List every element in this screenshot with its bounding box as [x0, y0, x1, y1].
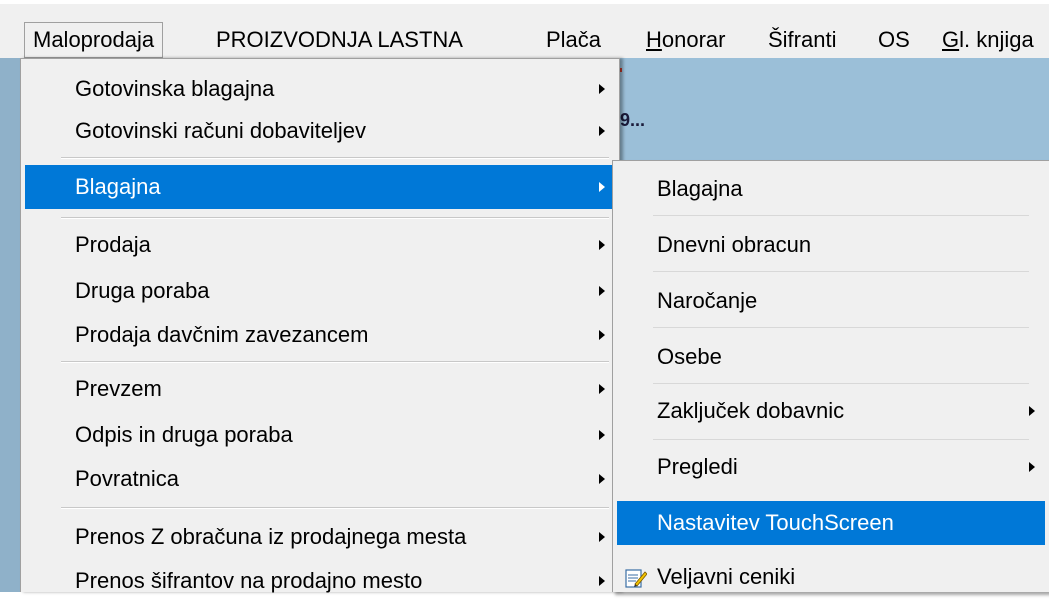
menubar-proizvodnja-lastna[interactable]: PROIZVODNJA LASTNA: [208, 22, 471, 58]
menu-item-label: Gotovinska blagajna: [75, 76, 275, 101]
submenu-item-narocanje[interactable]: Naročanje: [617, 279, 1045, 323]
menubar-honorar-accel: H: [646, 27, 662, 52]
menu-item-label: Prenos Z obračuna iz prodajnega mesta: [75, 524, 467, 549]
menu-item-prevzem[interactable]: Prevzem: [25, 367, 615, 411]
menu-item-label: Gotovinski računi dobaviteljev: [75, 118, 367, 143]
submenu-separator: [653, 383, 1029, 384]
submenu-arrow-icon: [599, 182, 605, 192]
submenu-arrow-icon: [599, 126, 605, 136]
submenu-item-label: Nastavitev TouchScreen: [657, 510, 894, 535]
menubar: Maloprodaja PROIZVODNJA LASTNA Plača Hon…: [0, 0, 1049, 58]
menubar-maloprodaja[interactable]: Maloprodaja: [24, 22, 164, 58]
menu-item-label: Prevzem: [75, 376, 162, 401]
menu-item-label: Druga poraba: [75, 278, 210, 303]
submenu-separator: [653, 271, 1029, 272]
submenu-item-veljavni-ceniki[interactable]: Veljavni ceniki: [617, 555, 1045, 599]
menubar-honorar[interactable]: Honorar: [638, 22, 733, 58]
menu-separator: [61, 361, 609, 363]
menu-item-prodaja-davcnim[interactable]: Prodaja davčnim zavezancem: [25, 313, 615, 357]
submenu-arrow-icon: [1029, 406, 1035, 416]
menu-item-label: Blagajna: [75, 174, 161, 199]
submenu-arrow-icon: [599, 286, 605, 296]
menu-separator: [61, 217, 609, 219]
menubar-os-label: OS: [878, 27, 910, 52]
submenu-item-label: Osebe: [657, 344, 722, 369]
submenu-item-osebe[interactable]: Osebe: [617, 335, 1045, 379]
menubar-placa-label: Plača: [546, 27, 602, 52]
submenu-item-label: Dnevni obracun: [657, 232, 812, 257]
menu-item-prenos-sifrantov[interactable]: Prenos šifrantov na prodajno mesto: [25, 559, 615, 603]
submenu-item-label: Zaključek dobavnic: [657, 398, 845, 423]
menu-item-druga-poraba[interactable]: Druga poraba: [25, 269, 615, 313]
submenu-arrow-icon: [599, 330, 605, 340]
submenu-separator: [653, 215, 1029, 216]
menu-separator: [61, 507, 609, 509]
menubar-proizvodnja-label: PROIZVODNJA LASTNA: [216, 27, 463, 52]
menubar-sifranti[interactable]: Šifranti: [760, 22, 844, 58]
maloprodaja-menu: Gotovinska blagajna Gotovinski računi do…: [20, 58, 620, 593]
submenu-arrow-icon: [599, 240, 605, 250]
menu-item-gotovinska-blagajna[interactable]: Gotovinska blagajna: [25, 67, 615, 111]
submenu-item-label: Pregledi: [657, 454, 738, 479]
submenu-arrow-icon: [599, 474, 605, 484]
menu-separator: [61, 157, 609, 159]
submenu-item-blagajna[interactable]: Blagajna: [617, 167, 1045, 211]
submenu-arrow-icon: [599, 430, 605, 440]
menu-item-label: Prodaja: [75, 232, 151, 257]
submenu-item-label: Blagajna: [657, 176, 743, 201]
submenu-item-dnevni-obracun[interactable]: Dnevni obracun: [617, 223, 1045, 267]
menubar-glknjiga-accel: G: [942, 27, 960, 52]
menubar-gl-knjiga[interactable]: Gl. knjiga: [934, 22, 1042, 58]
pricelist-edit-icon: [625, 567, 648, 589]
submenu-arrow-icon: [599, 576, 605, 586]
menubar-glknjiga-label: l. knjiga: [959, 27, 1034, 52]
submenu-item-zakljucek-dobavnic[interactable]: Zaključek dobavnic: [617, 389, 1045, 433]
background-label-fragment: 9...: [620, 110, 646, 130]
submenu-separator: [653, 439, 1029, 440]
menu-item-blagajna[interactable]: Blagajna: [25, 165, 615, 209]
submenu-item-pregledi[interactable]: Pregledi: [617, 445, 1045, 489]
menu-item-gotovinski-racuni[interactable]: Gotovinski računi dobaviteljev: [25, 109, 615, 153]
menubar-placa[interactable]: Plača: [538, 22, 609, 58]
submenu-separator: [653, 327, 1029, 328]
blagajna-submenu: Blagajna Dnevni obracun Naročanje Osebe …: [612, 160, 1049, 592]
submenu-item-label: Naročanje: [657, 288, 758, 313]
menu-item-label: Odpis in druga poraba: [75, 422, 293, 447]
submenu-arrow-icon: [599, 384, 605, 394]
menu-item-label: Prodaja davčnim zavezancem: [75, 322, 369, 347]
submenu-item-nastavitev-touchscreen[interactable]: Nastavitev TouchScreen: [617, 501, 1045, 545]
menu-item-povratnica[interactable]: Povratnica: [25, 457, 615, 501]
menubar-os[interactable]: OS: [870, 22, 918, 58]
menubar-maloprodaja-label: Maloprodaja: [33, 27, 155, 52]
menu-item-label: Prenos šifrantov na prodajno mesto: [75, 568, 423, 593]
menu-item-prodaja[interactable]: Prodaja: [25, 223, 615, 267]
submenu-item-label: Veljavni ceniki: [657, 564, 796, 589]
menu-item-label: Povratnica: [75, 466, 179, 491]
menubar-honorar-label: onorar: [661, 27, 726, 52]
menubar-sifranti-label: Šifranti: [768, 27, 837, 52]
submenu-arrow-icon: [599, 84, 605, 94]
submenu-arrow-icon: [1029, 462, 1035, 472]
menu-item-odpis[interactable]: Odpis in druga poraba: [25, 413, 615, 457]
submenu-arrow-icon: [599, 532, 605, 542]
menu-item-prenos-z-obracuna[interactable]: Prenos Z obračuna iz prodajnega mesta: [25, 515, 615, 559]
